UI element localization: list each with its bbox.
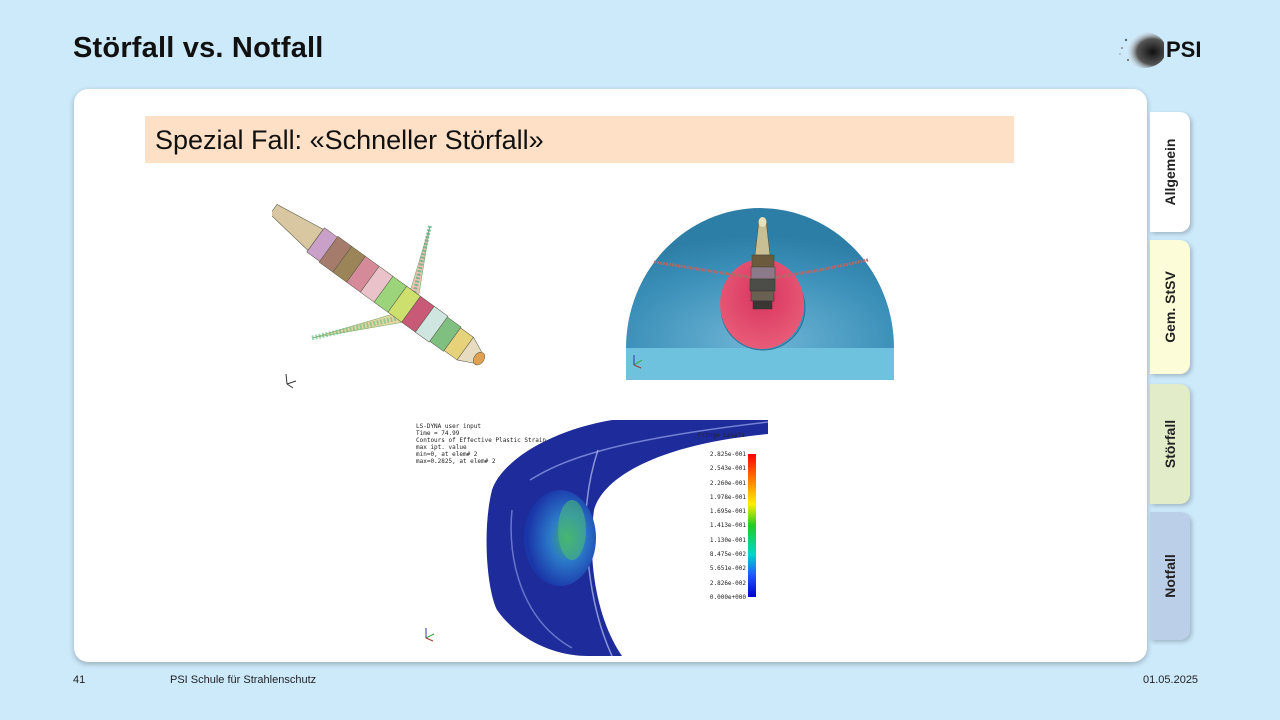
page-title: Störfall vs. Notfall xyxy=(73,32,324,64)
dome-impact-model-image xyxy=(626,208,894,380)
legend-value: 0.000e+000 xyxy=(709,593,746,601)
airplane-model-image xyxy=(272,204,486,389)
legend-title: Fringe Levels xyxy=(698,432,745,439)
legend-value: 2.825e-001 xyxy=(709,451,746,458)
legend-value: 8.475e-002 xyxy=(709,551,746,559)
legend-value: 1.978e-001 xyxy=(709,493,746,501)
psi-logo-icon xyxy=(1119,32,1166,68)
airplane-fuselage xyxy=(272,204,486,366)
strain-contour-simulation-image: LS-DYNA user input Time = 74.99 Contours… xyxy=(412,420,768,656)
tab-stoerfall[interactable]: Störfall xyxy=(1150,384,1190,504)
legend-value: 2.260e-001 xyxy=(709,479,746,487)
dome-base xyxy=(626,348,894,380)
simulation-header-text: LS-DYNA user input Time = 74.99 Contours… xyxy=(416,423,546,465)
tab-allgemein[interactable]: Allgemein xyxy=(1150,112,1190,232)
footer-date: 01.05.2025 xyxy=(1143,674,1199,686)
axis-triad-icon xyxy=(425,628,435,642)
legend-value: 1.130e-001 xyxy=(709,536,746,544)
logo-text: PSI xyxy=(1166,37,1202,62)
contour-legend-bar xyxy=(748,454,756,597)
airplane-wing-left xyxy=(311,311,405,341)
subtitle-text: Spezial Fall: «Schneller Störfall» xyxy=(155,125,544,155)
tab-label: Gem. StSV xyxy=(1162,271,1178,343)
legend-value: 1.413e-001 xyxy=(709,522,746,530)
psi-logo: PSI xyxy=(1114,30,1214,70)
tab-label: Allgemein xyxy=(1162,138,1178,206)
legend-value: 2.543e-001 xyxy=(709,465,746,473)
tab-label: Störfall xyxy=(1162,419,1178,469)
sim-header-line: max ipt. value xyxy=(416,444,467,451)
sim-header-line: max=0.2825, at elem# 2 xyxy=(416,458,496,465)
legend-value: 1.695e-001 xyxy=(709,508,746,516)
tab-notfall[interactable]: Notfall xyxy=(1150,512,1190,640)
tab-gem-stsv[interactable]: Gem. StSV xyxy=(1150,240,1190,374)
page-number: 41 xyxy=(73,674,86,686)
airplane-wing-right xyxy=(407,225,432,301)
sim-header-line: Time = 74.99 xyxy=(416,430,460,437)
legend-value: 5.651e-002 xyxy=(709,565,746,573)
tab-label: Notfall xyxy=(1162,554,1178,598)
sim-header-line: min=0, at elem# 2 xyxy=(416,451,478,458)
footer-organization: PSI Schule für Strahlenschutz xyxy=(170,674,317,686)
legend-values: 2.825e-001 2.543e-001 2.260e-001 1.978e-… xyxy=(700,448,746,605)
legend-value: 2.826e-002 xyxy=(709,579,746,587)
sim-header-line: Contours of Effective Plastic Strain xyxy=(416,437,547,444)
sim-header-line: LS-DYNA user input xyxy=(416,423,482,430)
axis-triad-icon xyxy=(285,373,297,389)
subtitle-bar: Spezial Fall: «Schneller Störfall» xyxy=(145,116,1014,163)
